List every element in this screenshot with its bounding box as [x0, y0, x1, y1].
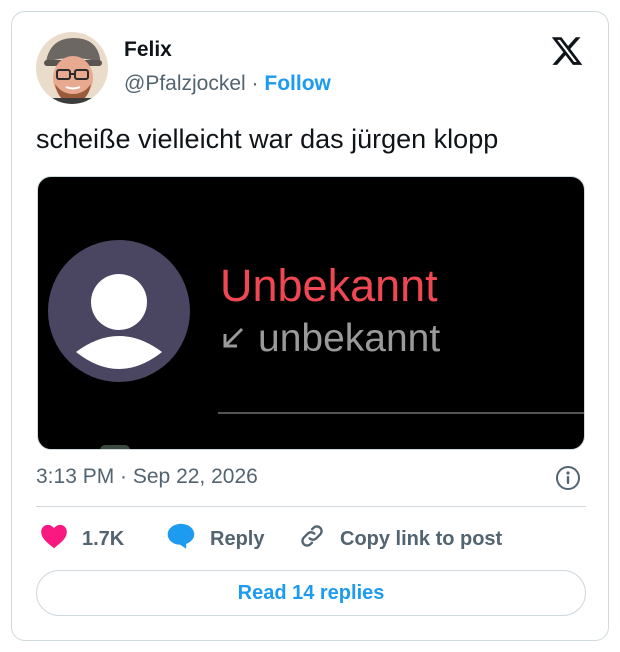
tweet-timestamp[interactable]: 3:13 PM · Sep 22, 2026: [36, 465, 258, 489]
caller-title: Unbekannt: [220, 260, 438, 311]
author-handle[interactable]: @Pfalzjockel: [124, 72, 246, 95]
copy-link-label: Copy link to post: [340, 527, 503, 550]
follow-button[interactable]: Follow: [264, 72, 331, 95]
caller-sub-row: unbekannt: [220, 317, 440, 361]
media-indicator: [100, 445, 130, 449]
author-avatar[interactable]: [36, 32, 108, 104]
reply-bubble-icon: [166, 522, 196, 556]
like-button[interactable]: 1.7K: [40, 522, 124, 556]
link-icon: [298, 522, 326, 556]
copy-link-button[interactable]: Copy link to post: [298, 522, 502, 556]
reply-label: Reply: [210, 527, 265, 550]
caller-sub: unbekannt: [258, 317, 441, 360]
action-bar: 1.7K Reply Copy link to post: [36, 522, 586, 556]
like-count: 1.7K: [82, 527, 125, 550]
info-icon[interactable]: [555, 465, 581, 491]
handle-separator: ·: [251, 72, 259, 95]
tweet-text: scheiße vielleicht war das jürgen klopp: [36, 124, 499, 154]
caller-avatar-icon: [48, 240, 190, 382]
caller-divider: [218, 412, 584, 414]
tweet-media-image[interactable]: Unbekannt unbekannt: [37, 176, 585, 450]
incoming-call-arrow-icon: [220, 317, 246, 361]
divider: [36, 506, 586, 507]
read-replies-button[interactable]: Read 14 replies: [36, 570, 586, 616]
tweet-card: Felix @Pfalzjockel · Follow scheiße viel…: [11, 11, 609, 641]
x-logo-icon[interactable]: [550, 34, 584, 68]
heart-icon: [40, 523, 68, 555]
reply-button[interactable]: Reply: [166, 522, 264, 556]
author-handle-row: @Pfalzjockel · Follow: [124, 72, 331, 96]
author-name[interactable]: Felix: [124, 38, 172, 62]
